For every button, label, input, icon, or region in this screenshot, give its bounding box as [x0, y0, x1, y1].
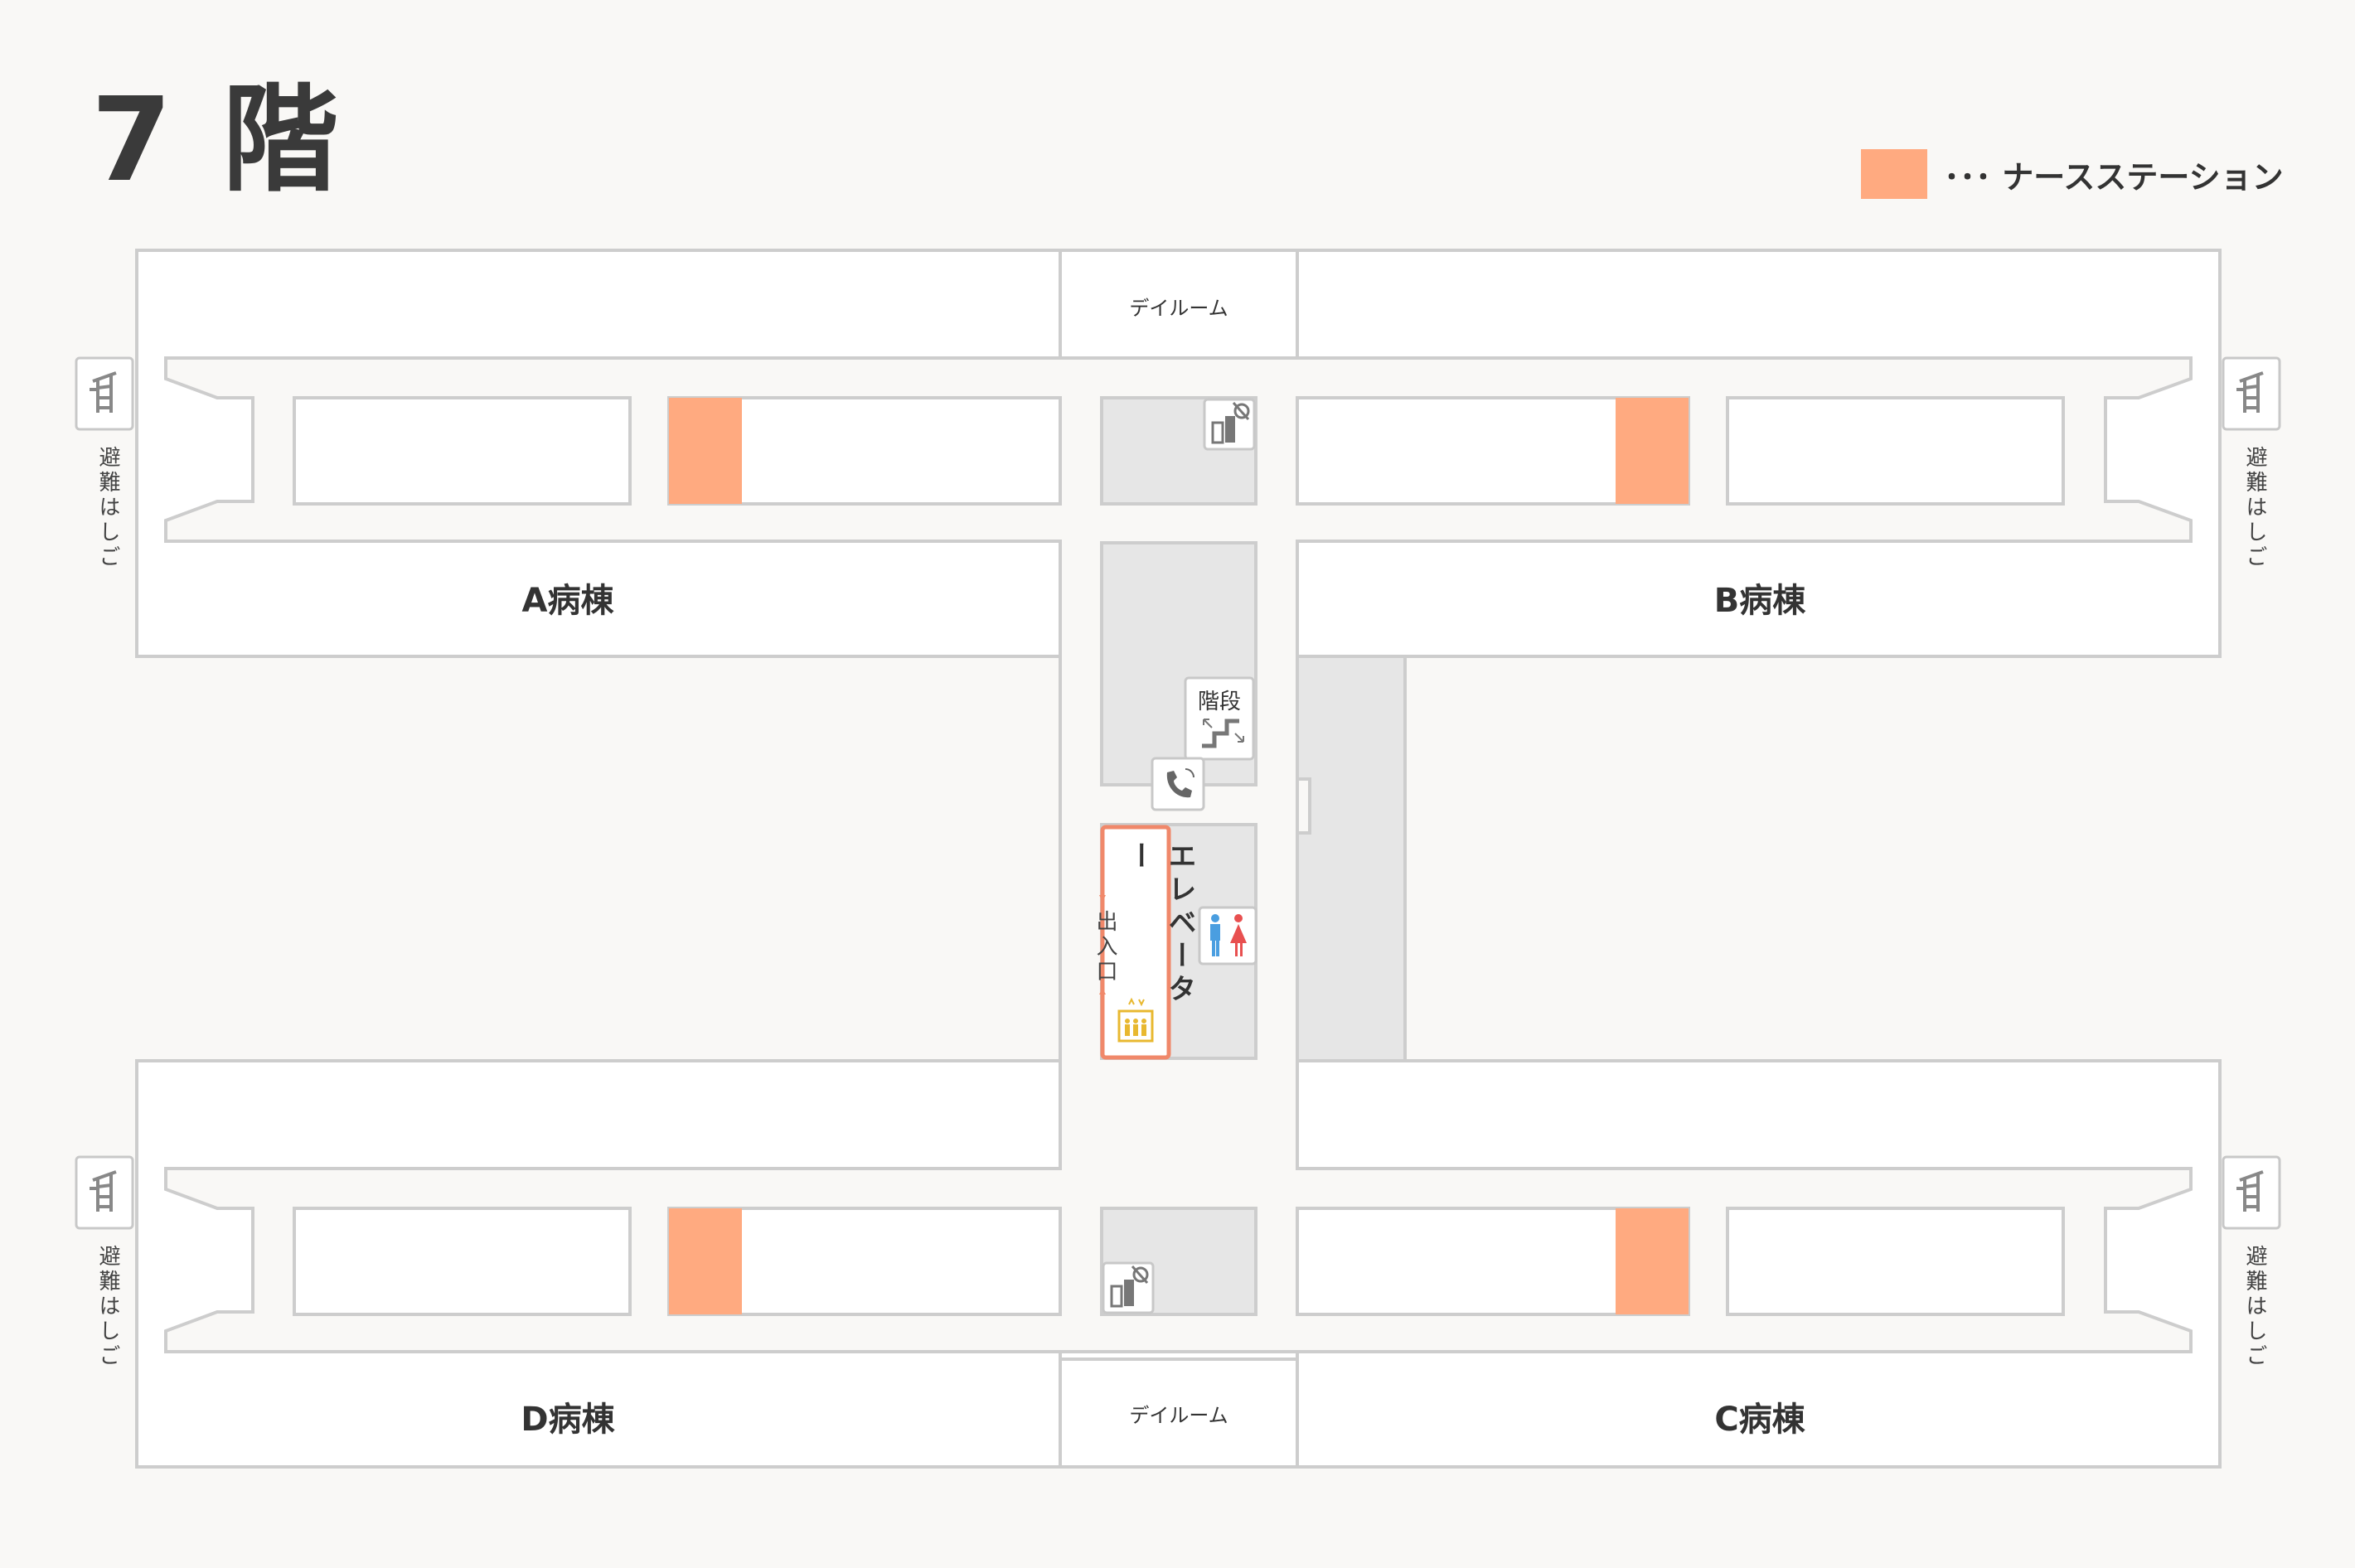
escape-ladder-icon [75, 356, 134, 431]
ward-a-label: A病棟 [521, 582, 614, 620]
stairs-label: 階段 [1197, 690, 1241, 714]
escape-ladder-label: 避難はしご [95, 446, 120, 570]
ward-b-label: B病棟 [1713, 582, 1806, 620]
dayroom-bottom-label: デイルーム [1129, 1404, 1228, 1427]
floor-plan [75, 249, 2281, 1469]
escape-ladder-icon [2222, 1155, 2281, 1230]
elevator-label: エレベーター [1122, 841, 1196, 1007]
escape-ladder-label: 避難はしご [2242, 1245, 2267, 1369]
room-c-2 [1726, 1207, 2065, 1316]
room-d-1 [293, 1207, 632, 1316]
escape-ladder-icon [75, 1155, 134, 1230]
room-a-1 [293, 396, 632, 506]
ward-d-label: D病棟 [521, 1401, 615, 1439]
room-b-2 [1726, 396, 2065, 506]
escape-ladder-label: 避難はしご [95, 1245, 120, 1369]
fire-extinguisher-icon [1102, 1261, 1155, 1314]
nurse-station-c [1616, 1208, 1689, 1314]
fire-extinguisher-icon [1203, 398, 1256, 451]
dayroom-top-label: デイルーム [1129, 297, 1228, 320]
nurse-station-d [669, 1208, 742, 1314]
nurse-station-b [1616, 398, 1689, 504]
ward-c-label: C病棟 [1714, 1401, 1805, 1439]
nurse-station-a [669, 398, 742, 504]
phone-icon [1151, 757, 1205, 811]
escape-ladder-label: 避難はしご [2242, 446, 2267, 570]
entrance-label: 出入口 [1093, 910, 1117, 985]
escape-ladder-icon [2222, 356, 2281, 431]
restroom-icon [1198, 906, 1257, 965]
side-block [1296, 655, 1407, 1062]
